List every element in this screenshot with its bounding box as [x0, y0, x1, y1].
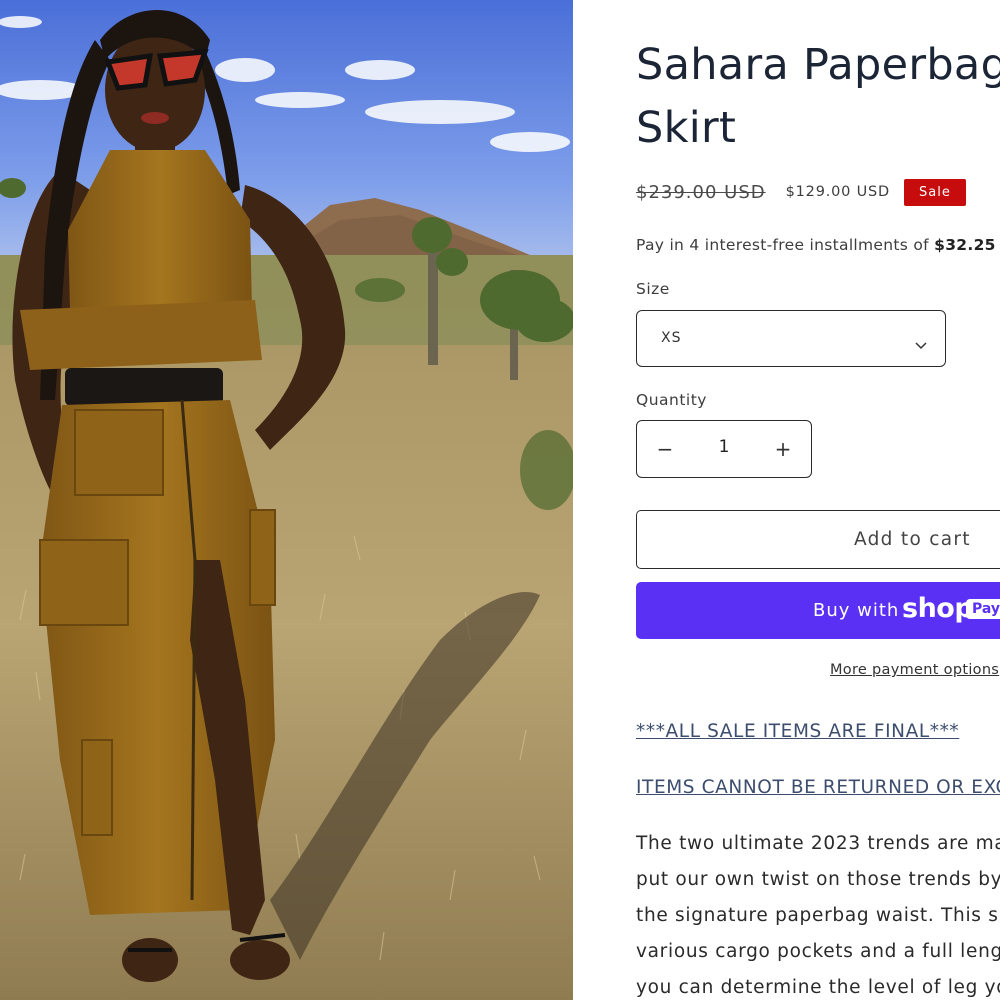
description-line: you can determine the level of leg you [636, 977, 1000, 998]
regular-price: $239.00 USD [636, 181, 766, 203]
product-image[interactable] [0, 0, 573, 1000]
installments-text: Pay in 4 interest-free installments of [636, 236, 935, 254]
installments-message: Pay in 4 interest-free installments of $… [636, 236, 996, 254]
sale-badge: Sale [903, 178, 966, 206]
shop-logo: shop [902, 593, 974, 624]
quantity-stepper: − 1 + [636, 420, 812, 478]
description-line: put our own twist on those trends by c [636, 869, 1000, 890]
product-title: Sahara Paperbag Skirt [636, 34, 1000, 160]
plus-icon[interactable]: + [755, 421, 811, 477]
size-select[interactable]: XS [636, 310, 946, 367]
installments-amount: $32.25 [934, 236, 996, 254]
quantity-input[interactable]: 1 [693, 437, 755, 457]
notice-final-sale: ***ALL SALE ITEMS ARE FINAL*** [636, 721, 960, 742]
notice-no-returns: ITEMS CANNOT BE RETURNED OR EXC [636, 777, 1000, 798]
shop-pay-button[interactable]: Buy with shop Pay [636, 582, 1000, 639]
product-title-line1: Sahara Paperbag [636, 40, 1000, 90]
product-info: Sahara Paperbag Skirt $239.00 USD $129.0… [636, 0, 1000, 1000]
chevron-down-icon [915, 335, 927, 354]
product-photo [0, 0, 573, 1000]
add-to-cart-label: Add to cart [854, 529, 971, 550]
size-selected-value: XS [661, 330, 682, 346]
description-line: The two ultimate 2023 trends are max [636, 833, 1000, 854]
price-row: $239.00 USD $129.00 USD Sale [636, 176, 966, 208]
size-label: Size [636, 280, 670, 298]
product-title-line2: Skirt [636, 103, 737, 153]
buy-with-label: Buy with [813, 600, 900, 621]
description-line: various cargo pockets and a full length [636, 941, 1000, 962]
sale-price: $129.00 USD [785, 184, 890, 200]
minus-icon[interactable]: − [637, 421, 693, 477]
pay-pill: Pay [966, 599, 1000, 619]
more-payment-options-link[interactable]: More payment options [830, 662, 999, 678]
add-to-cart-button[interactable]: Add to cart [636, 510, 1000, 569]
quantity-label: Quantity [636, 391, 707, 409]
description-line: the signature paperbag waist. This skir [636, 905, 1000, 926]
